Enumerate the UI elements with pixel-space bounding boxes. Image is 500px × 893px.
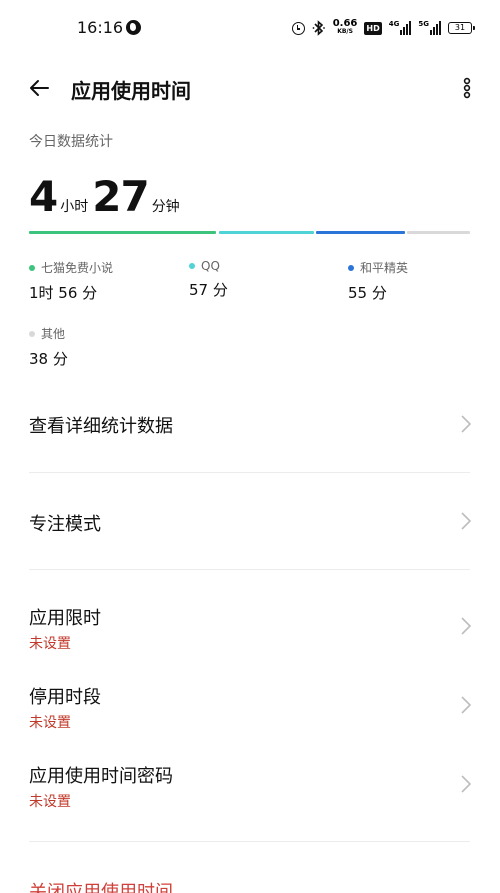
today-stats-label: 今日数据统计 bbox=[29, 134, 113, 150]
app-name: 和平精英 bbox=[360, 261, 409, 275]
legend-dot bbox=[348, 264, 354, 271]
usage-bar-peace-elite bbox=[316, 231, 405, 234]
status-time: 16:16 bbox=[77, 18, 124, 37]
battery-icon: 31 bbox=[448, 22, 475, 34]
chevron-right-icon bbox=[461, 696, 472, 714]
divider bbox=[29, 569, 470, 570]
usage-proportion-bar bbox=[29, 231, 470, 235]
network-speed-value: 0.66 bbox=[332, 18, 358, 29]
chevron-right-icon bbox=[461, 512, 472, 530]
app-stat-peace-elite: 和平精英 55 分 bbox=[348, 259, 408, 303]
signal-4g-label: 4G bbox=[388, 20, 400, 28]
network-speed: 0.66 KB/S bbox=[332, 18, 358, 36]
focus-mode-label: 专注模式 bbox=[29, 514, 101, 535]
total-usage-time: 4 小时 27 分钟 bbox=[29, 172, 184, 221]
status-bar: 16:16 0.66 KB/S HD 4G 5G 31 bbox=[0, 0, 500, 58]
app-time: 1时 56 分 bbox=[29, 284, 98, 302]
battery-level: 31 bbox=[454, 23, 466, 32]
app-limit-status: 未设置 bbox=[29, 636, 71, 652]
app-stat-qimao: 七猫免费小说 1时 56 分 bbox=[29, 259, 113, 303]
page-title: 应用使用时间 bbox=[71, 79, 191, 103]
signal-5g-icon: 5G bbox=[418, 21, 441, 35]
alarm-icon bbox=[291, 21, 305, 35]
signal-5g-label: 5G bbox=[418, 20, 429, 28]
app-name: 七猫免费小说 bbox=[41, 261, 114, 275]
passcode-item[interactable]: 应用使用时间密码 未设置 bbox=[0, 748, 500, 824]
app-stat-other: 其他 38 分 bbox=[29, 325, 68, 369]
downtime-status: 未设置 bbox=[29, 715, 71, 731]
passcode-status: 未设置 bbox=[29, 794, 71, 810]
minutes-unit: 分钟 bbox=[151, 199, 180, 215]
status-icons: 0.66 KB/S HD 4G 5G 31 bbox=[291, 18, 475, 38]
total-hours: 4 bbox=[29, 172, 58, 221]
turn-off-app-usage-button[interactable]: 关闭应用使用时间 bbox=[29, 878, 173, 893]
usage-bar-qimao bbox=[29, 231, 216, 234]
total-minutes: 27 bbox=[92, 172, 149, 221]
app-bar: 应用使用时间 bbox=[0, 60, 500, 118]
downtime-item[interactable]: 停用时段 未设置 bbox=[0, 669, 500, 745]
more-options-icon[interactable] bbox=[462, 77, 472, 99]
app-time: 38 分 bbox=[29, 350, 68, 368]
app-time: 55 分 bbox=[348, 284, 387, 302]
app-name: QQ bbox=[201, 259, 220, 273]
app-time: 57 分 bbox=[189, 281, 228, 299]
usage-bar-qq bbox=[219, 231, 314, 234]
signal-4g-icon: 4G bbox=[389, 21, 412, 35]
app-stat-qq: QQ 57 分 bbox=[189, 259, 228, 300]
chevron-right-icon bbox=[461, 415, 472, 433]
detail-stats-item[interactable]: 查看详细统计数据 bbox=[0, 376, 500, 472]
network-speed-unit: KB/S bbox=[337, 28, 353, 35]
app-limit-item[interactable]: 应用限时 未设置 bbox=[0, 590, 500, 666]
bluetooth-icon bbox=[312, 20, 325, 36]
globe-icon bbox=[126, 20, 141, 35]
app-limit-label: 应用限时 bbox=[29, 608, 101, 629]
hd-badge: HD bbox=[364, 21, 382, 35]
hours-unit: 小时 bbox=[60, 199, 89, 215]
legend-dot bbox=[189, 263, 195, 269]
downtime-label: 停用时段 bbox=[29, 687, 101, 708]
back-arrow-icon[interactable] bbox=[27, 76, 51, 100]
app-name: 其他 bbox=[41, 327, 66, 341]
chevron-right-icon bbox=[461, 775, 472, 793]
usage-bar-other bbox=[407, 231, 470, 234]
legend-dot bbox=[29, 264, 35, 271]
divider bbox=[29, 841, 470, 842]
legend-dot bbox=[29, 330, 35, 337]
focus-mode-item[interactable]: 专注模式 bbox=[0, 473, 500, 569]
chevron-right-icon bbox=[461, 617, 472, 635]
passcode-label: 应用使用时间密码 bbox=[29, 766, 173, 787]
detail-stats-label: 查看详细统计数据 bbox=[29, 416, 173, 437]
